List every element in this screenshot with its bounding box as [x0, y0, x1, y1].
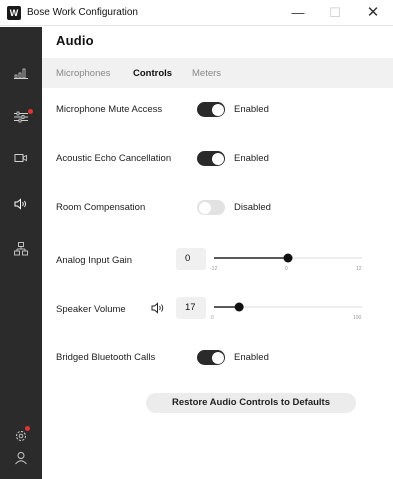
gear-icon: [16, 431, 26, 441]
page-title: Audio: [56, 33, 94, 48]
toggle-knob: [211, 351, 224, 364]
network-icon: [14, 242, 28, 256]
speaker-volume-value[interactable]: 17: [176, 297, 206, 319]
bluetooth-state: Enabled: [234, 352, 269, 363]
tab-meters[interactable]: Meters: [192, 68, 221, 79]
slider-max-label: 12: [356, 266, 362, 272]
maximize-button[interactable]: ☐: [320, 3, 350, 23]
bluetooth-toggle[interactable]: [197, 350, 225, 365]
signal-bars-icon: [14, 68, 28, 79]
window-title: Bose Work Configuration: [27, 7, 138, 18]
tab-microphones[interactable]: Microphones: [56, 68, 110, 79]
sidebar-item-meters[interactable]: [0, 63, 42, 85]
analog-gain-label: Analog Input Gain: [56, 255, 133, 266]
sidebar-item-settings-sliders[interactable]: [0, 106, 42, 128]
tab-controls[interactable]: Controls: [133, 68, 172, 79]
toggle-knob: [211, 103, 224, 116]
speaker-volume-slider[interactable]: 0 100: [210, 296, 370, 322]
analog-gain-value[interactable]: 0: [176, 248, 206, 270]
aec-toggle[interactable]: [197, 151, 225, 166]
restore-defaults-button[interactable]: Restore Audio Controls to Defaults: [146, 393, 356, 413]
audio-icon: [14, 198, 26, 210]
slider-max-label: 100: [353, 315, 362, 321]
user-icon: [15, 452, 27, 465]
slider-thumb[interactable]: [283, 253, 293, 263]
mic-mute-label: Microphone Mute Access: [56, 104, 163, 115]
alert-dot: [25, 426, 30, 431]
room-comp-toggle[interactable]: [197, 200, 225, 215]
speaker-icon[interactable]: [151, 302, 165, 314]
slider-min-label: -12: [210, 266, 217, 272]
aec-state: Enabled: [234, 153, 269, 164]
bluetooth-label: Bridged Bluetooth Calls: [56, 352, 156, 363]
alert-dot: [28, 109, 33, 114]
toggle-knob: [211, 152, 224, 165]
sidebar-item-account[interactable]: [0, 447, 42, 469]
sidebar-item-network[interactable]: [0, 238, 42, 260]
app-logo-icon: W: [7, 6, 21, 20]
minimize-button[interactable]: —: [283, 3, 313, 23]
main-panel: Audio Microphones Controls Meters Microp…: [42, 27, 393, 479]
sidebar-item-audio[interactable]: [0, 193, 42, 215]
analog-gain-slider[interactable]: -12 0 12: [210, 247, 370, 273]
room-comp-state: Disabled: [234, 202, 271, 213]
sidebar-item-camera[interactable]: [0, 147, 42, 169]
close-button[interactable]: ✕: [358, 3, 388, 23]
aec-label: Acoustic Echo Cancellation: [56, 153, 172, 164]
slider-mid-label: 0: [285, 266, 288, 272]
sliders-icon: [14, 111, 28, 123]
camera-icon: [14, 154, 27, 162]
speaker-volume-label: Speaker Volume: [56, 304, 126, 315]
mic-mute-state: Enabled: [234, 104, 269, 115]
sidebar-item-settings[interactable]: [0, 425, 42, 447]
slider-min-label: 0: [211, 315, 214, 321]
sidebar: [0, 27, 42, 479]
toggle-knob: [198, 201, 211, 214]
tab-bar: Microphones Controls Meters: [42, 58, 393, 88]
slider-thumb[interactable]: [234, 302, 244, 312]
room-comp-label: Room Compensation: [56, 202, 146, 213]
mic-mute-toggle[interactable]: [197, 102, 225, 117]
title-bar: W Bose Work Configuration — ☐ ✕: [0, 0, 393, 26]
